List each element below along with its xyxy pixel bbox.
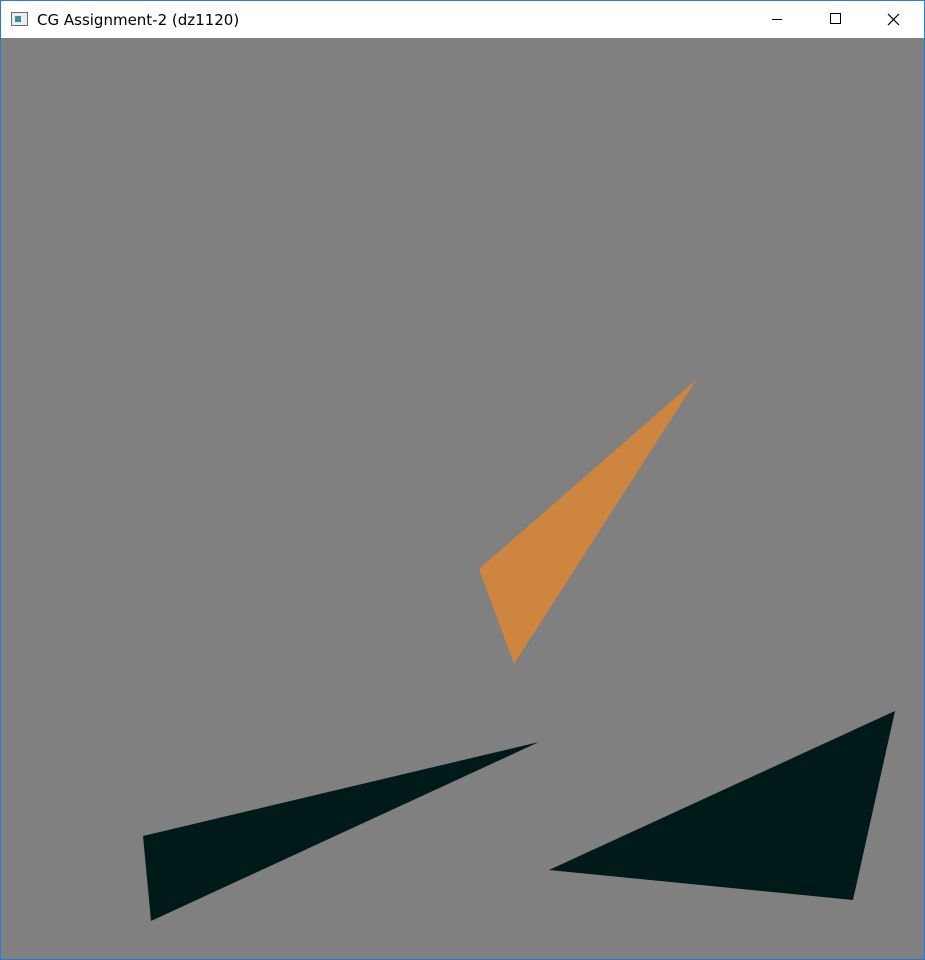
maximize-icon [830, 13, 841, 24]
window-title: CG Assignment-2 (dz1120) [37, 11, 240, 29]
close-button[interactable] [865, 1, 921, 38]
orange-triangle [479, 379, 697, 664]
render-canvas[interactable] [1, 38, 924, 959]
app-icon[interactable] [11, 12, 28, 26]
minimize-icon [772, 19, 782, 20]
close-icon [887, 13, 900, 26]
minimize-button[interactable] [749, 1, 805, 38]
dark-triangle-left [143, 742, 539, 921]
dark-triangle-right [549, 711, 895, 900]
title-bar[interactable]: CG Assignment-2 (dz1120) [1, 1, 924, 38]
maximize-button[interactable] [807, 1, 863, 38]
app-window: CG Assignment-2 (dz1120) [0, 0, 925, 960]
app-icon-pane [15, 16, 21, 22]
scene [143, 379, 895, 921]
